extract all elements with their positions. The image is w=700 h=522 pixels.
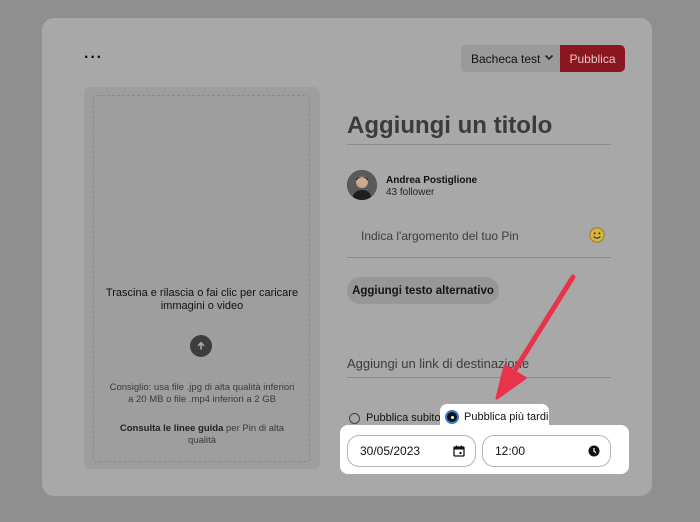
media-upload-area[interactable] — [84, 87, 320, 469]
destination-link-input[interactable]: Aggiungi un link di destinazione — [347, 356, 529, 371]
title-input[interactable]: Aggiungi un titolo — [347, 112, 552, 140]
clock-icon[interactable] — [588, 445, 600, 457]
guidelines-link[interactable]: Consulta le linee guida — [120, 423, 223, 434]
calendar-icon[interactable] — [453, 445, 465, 457]
topic-underline — [347, 257, 611, 258]
time-value: 12:00 — [495, 444, 526, 458]
publish-later-radio[interactable]: Pubblica più tardi — [446, 411, 548, 423]
publish-now-label: Pubblica subito — [366, 412, 441, 424]
publish-later-label: Pubblica più tardi — [464, 411, 549, 423]
avatar — [347, 170, 377, 200]
upload-arrow-icon — [190, 335, 212, 357]
user-name: Andrea Postiglione — [386, 175, 478, 186]
user-photo-icon — [347, 170, 377, 200]
add-alt-text-button[interactable]: Aggiungi testo alternativo — [347, 277, 499, 304]
link-underline — [347, 377, 611, 378]
topic-input[interactable]: Indica l'argomento del tuo Pin — [361, 229, 519, 243]
more-options-button[interactable]: ··· — [84, 50, 103, 66]
board-select-label: Bacheca test — [471, 51, 541, 66]
date-value: 30/05/2023 — [360, 444, 421, 458]
guidelines-text: Consulta le linee guida per Pin di alta … — [108, 423, 296, 447]
radio-checked-icon — [446, 411, 458, 423]
publish-button[interactable]: Pubblica — [560, 45, 625, 72]
title-underline — [347, 144, 611, 145]
emoji-icon[interactable] — [589, 227, 605, 243]
board-select[interactable]: Bacheca test — [461, 45, 561, 72]
time-field[interactable]: 12:00 — [482, 435, 611, 467]
upload-dropzone-border — [93, 95, 310, 462]
radio-unchecked-icon — [349, 412, 360, 424]
publish-now-radio[interactable]: Pubblica subito — [349, 412, 441, 424]
upload-hint: Consiglio: usa file .jpg di alta qualità… — [109, 382, 295, 405]
date-field[interactable]: 30/05/2023 — [347, 435, 476, 467]
upload-instructions: Trascina e rilascia o fai clic per caric… — [105, 287, 299, 312]
chevron-down-icon — [544, 54, 554, 61]
follower-count: 43 follower — [386, 187, 435, 198]
